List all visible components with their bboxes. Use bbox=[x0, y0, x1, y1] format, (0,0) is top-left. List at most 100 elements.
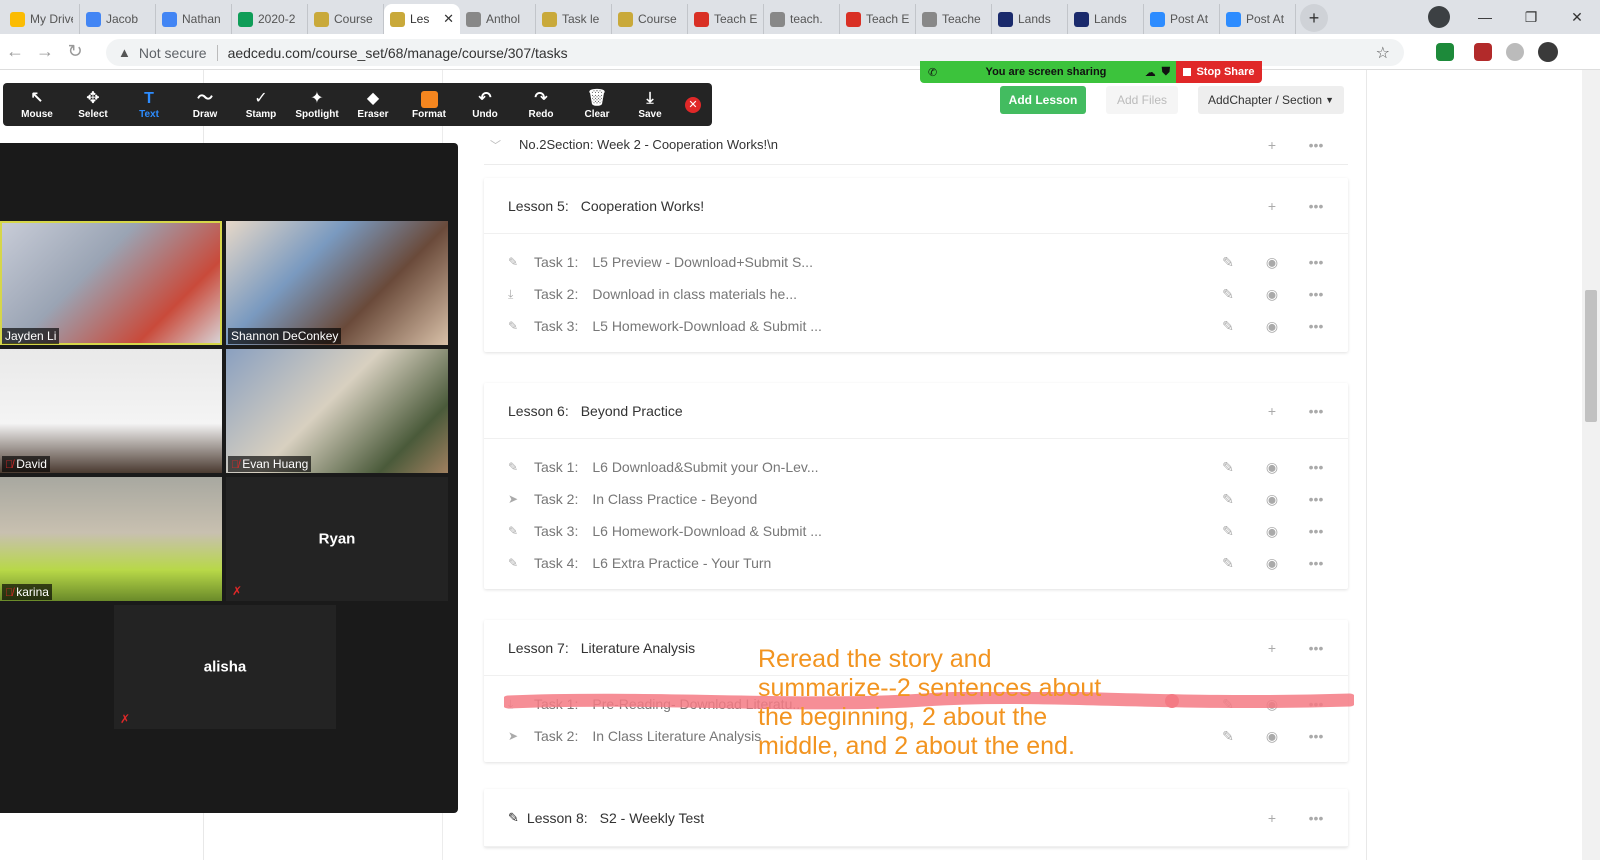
participant-tile[interactable]: 🎙̸ David bbox=[0, 349, 222, 473]
reload-icon[interactable]: ↻ bbox=[60, 41, 90, 62]
task-title[interactable]: L5 Homework-Download & Submit ... bbox=[592, 318, 822, 334]
browser-tab[interactable]: Teache bbox=[916, 4, 992, 34]
restore-icon[interactable]: ❐ bbox=[1508, 0, 1554, 34]
browser-tab[interactable]: Teach E bbox=[840, 4, 916, 34]
lesson-header[interactable]: Lesson 5: Cooperation Works! + ••• bbox=[484, 178, 1348, 234]
task-row[interactable]: ✎ Task 1: L5 Preview - Download+Submit S..… bbox=[484, 246, 1348, 278]
chevron-down-icon[interactable]: ﹀ bbox=[490, 137, 501, 153]
browser-tab[interactable]: Anthol bbox=[460, 4, 536, 34]
lesson-header[interactable]: Lesson 6: Beyond Practice + ••• bbox=[484, 383, 1348, 439]
add-chapter-section-button[interactable]: AddChapter / Section ▼ bbox=[1198, 86, 1344, 114]
more-icon[interactable]: ••• bbox=[1306, 523, 1326, 539]
forward-icon[interactable]: → bbox=[30, 41, 60, 62]
browser-tab[interactable]: Lands bbox=[992, 4, 1068, 34]
task-row[interactable]: ⤓ Task 2: Download in class materials he..… bbox=[484, 278, 1348, 310]
more-icon[interactable]: ••• bbox=[1306, 137, 1326, 153]
select-tool-button[interactable]: ✥ Select bbox=[65, 89, 121, 120]
lesson-header[interactable]: ✎ Lesson 8: S2 - Weekly Test + ••• bbox=[484, 789, 1348, 847]
close-window-icon[interactable]: ✕ bbox=[1554, 0, 1600, 34]
clear-tool-button[interactable]: 🗑 Clear bbox=[569, 89, 625, 120]
task-title[interactable]: In Class Literature Analysis bbox=[592, 728, 761, 744]
task-title[interactable]: In Class Practice - Beyond bbox=[592, 491, 757, 507]
scrollbar-thumb[interactable] bbox=[1585, 290, 1597, 422]
add-lesson-button[interactable]: Add Lesson bbox=[1000, 86, 1086, 114]
minimize-icon[interactable]: — bbox=[1462, 0, 1508, 34]
browser-tab[interactable]: Task le bbox=[536, 4, 612, 34]
edit-pencil-icon[interactable]: ✎ bbox=[1218, 491, 1238, 508]
edit-pencil-icon[interactable]: ✎ bbox=[1218, 254, 1238, 271]
more-icon[interactable]: ••• bbox=[1306, 810, 1326, 826]
close-tab-icon[interactable]: ✕ bbox=[443, 11, 454, 27]
browser-tab[interactable]: Post At bbox=[1144, 4, 1220, 34]
browser-tab[interactable]: My Drive bbox=[4, 4, 80, 34]
section-header[interactable]: ﹀ No.2Section: Week 2 - Cooperation Work… bbox=[484, 125, 1348, 165]
stop-share-button[interactable]: Stop Share bbox=[1176, 61, 1262, 83]
edit-pencil-icon[interactable]: ✎ bbox=[1218, 318, 1238, 335]
redo-tool-button[interactable]: ↷ Redo bbox=[513, 89, 569, 120]
preview-eye-icon[interactable]: ◉ bbox=[1262, 728, 1282, 745]
participant-tile[interactable]: alisha ✗ bbox=[114, 605, 336, 729]
extension-icon[interactable] bbox=[1436, 43, 1454, 61]
close-annotation-icon[interactable]: ✕ bbox=[685, 96, 701, 113]
task-row[interactable]: ✎ Task 1: L6 Download&Submit your On-Lev..… bbox=[484, 451, 1348, 483]
page-scrollbar[interactable] bbox=[1582, 70, 1600, 860]
browser-tab[interactable]: teach. bbox=[764, 4, 840, 34]
edit-pencil-icon[interactable]: ✎ bbox=[1218, 286, 1238, 303]
browser-tab[interactable]: Teach E bbox=[688, 4, 764, 34]
draw-tool-button[interactable]: 〜 Draw bbox=[177, 89, 233, 120]
more-icon[interactable]: ••• bbox=[1306, 459, 1326, 475]
preview-eye-icon[interactable]: ◉ bbox=[1262, 286, 1282, 303]
browser-tab[interactable]: 2020-2 bbox=[232, 4, 308, 34]
browser-tab[interactable]: Course bbox=[308, 4, 384, 34]
preview-eye-icon[interactable]: ◉ bbox=[1262, 491, 1282, 508]
add-task-icon[interactable]: + bbox=[1262, 198, 1282, 214]
edit-pencil-icon[interactable]: ✎ bbox=[1218, 523, 1238, 540]
task-title[interactable]: Download in class materials he... bbox=[592, 286, 797, 302]
browser-tab[interactable]: Jacob bbox=[80, 4, 156, 34]
add-icon[interactable]: + bbox=[1262, 137, 1282, 153]
browser-tab[interactable]: Post At bbox=[1220, 4, 1296, 34]
more-icon[interactable]: ••• bbox=[1306, 640, 1326, 656]
undo-tool-button[interactable]: ↶ Undo bbox=[457, 89, 513, 120]
browser-tab[interactable]: Nathan bbox=[156, 4, 232, 34]
edit-pencil-icon[interactable]: ✎ bbox=[1218, 459, 1238, 476]
add-files-button[interactable]: Add Files bbox=[1106, 86, 1178, 114]
edit-pencil-icon[interactable]: ✎ bbox=[1218, 555, 1238, 572]
task-title[interactable]: L5 Preview - Download+Submit S... bbox=[592, 254, 813, 270]
tab-search-icon[interactable] bbox=[1428, 6, 1450, 28]
preview-eye-icon[interactable]: ◉ bbox=[1262, 555, 1282, 572]
new-tab-button[interactable]: + bbox=[1300, 4, 1328, 32]
task-title[interactable]: L6 Extra Practice - Your Turn bbox=[592, 555, 771, 571]
task-row[interactable]: ✎ Task 3: L5 Homework-Download & Submit ..… bbox=[484, 310, 1348, 342]
more-icon[interactable]: ••• bbox=[1306, 286, 1326, 302]
add-task-icon[interactable]: + bbox=[1262, 640, 1282, 656]
more-icon[interactable]: ••• bbox=[1306, 403, 1326, 419]
eraser-tool-button[interactable]: ◆ Eraser bbox=[345, 89, 401, 120]
save-tool-button[interactable]: ⤓ Save bbox=[625, 89, 675, 120]
preview-eye-icon[interactable]: ◉ bbox=[1262, 318, 1282, 335]
edit-pencil-icon[interactable]: ✎ bbox=[1218, 728, 1238, 745]
bookmark-star-icon[interactable]: ☆ bbox=[1376, 43, 1390, 63]
participant-tile[interactable]: Jayden Li bbox=[0, 221, 222, 345]
spotlight-tool-button[interactable]: ✦ Spotlight bbox=[289, 89, 345, 120]
extension-icon[interactable] bbox=[1474, 43, 1492, 61]
back-icon[interactable]: ← bbox=[0, 41, 30, 62]
participant-tile[interactable]: Shannon DeConkey bbox=[226, 221, 448, 345]
format-tool-button[interactable]: Format bbox=[401, 89, 457, 120]
profile-avatar[interactable] bbox=[1538, 42, 1558, 62]
stamp-tool-button[interactable]: ✓ Stamp bbox=[233, 89, 289, 120]
more-icon[interactable]: ••• bbox=[1306, 198, 1326, 214]
browser-tab[interactable]: Lands bbox=[1068, 4, 1144, 34]
browser-tab[interactable]: Course bbox=[612, 4, 688, 34]
browser-tab[interactable]: Les ✕ bbox=[384, 4, 460, 34]
add-task-icon[interactable]: + bbox=[1262, 810, 1282, 826]
screen-sharing-banner[interactable]: ✆ You are screen sharing ☁ ⛊ bbox=[920, 61, 1176, 83]
preview-eye-icon[interactable]: ◉ bbox=[1262, 254, 1282, 271]
task-title[interactable]: L6 Homework-Download & Submit ... bbox=[592, 523, 822, 539]
url-text[interactable]: aedcedu.com/course_set/68/manage/course/… bbox=[228, 45, 568, 61]
more-icon[interactable]: ••• bbox=[1306, 555, 1326, 571]
task-row[interactable]: ✎ Task 3: L6 Homework-Download & Submit ..… bbox=[484, 515, 1348, 547]
task-row[interactable]: ✎ Task 4: L6 Extra Practice - Your Turn ✎ ◉ •… bbox=[484, 547, 1348, 579]
more-icon[interactable]: ••• bbox=[1306, 254, 1326, 270]
more-icon[interactable]: ••• bbox=[1306, 318, 1326, 334]
